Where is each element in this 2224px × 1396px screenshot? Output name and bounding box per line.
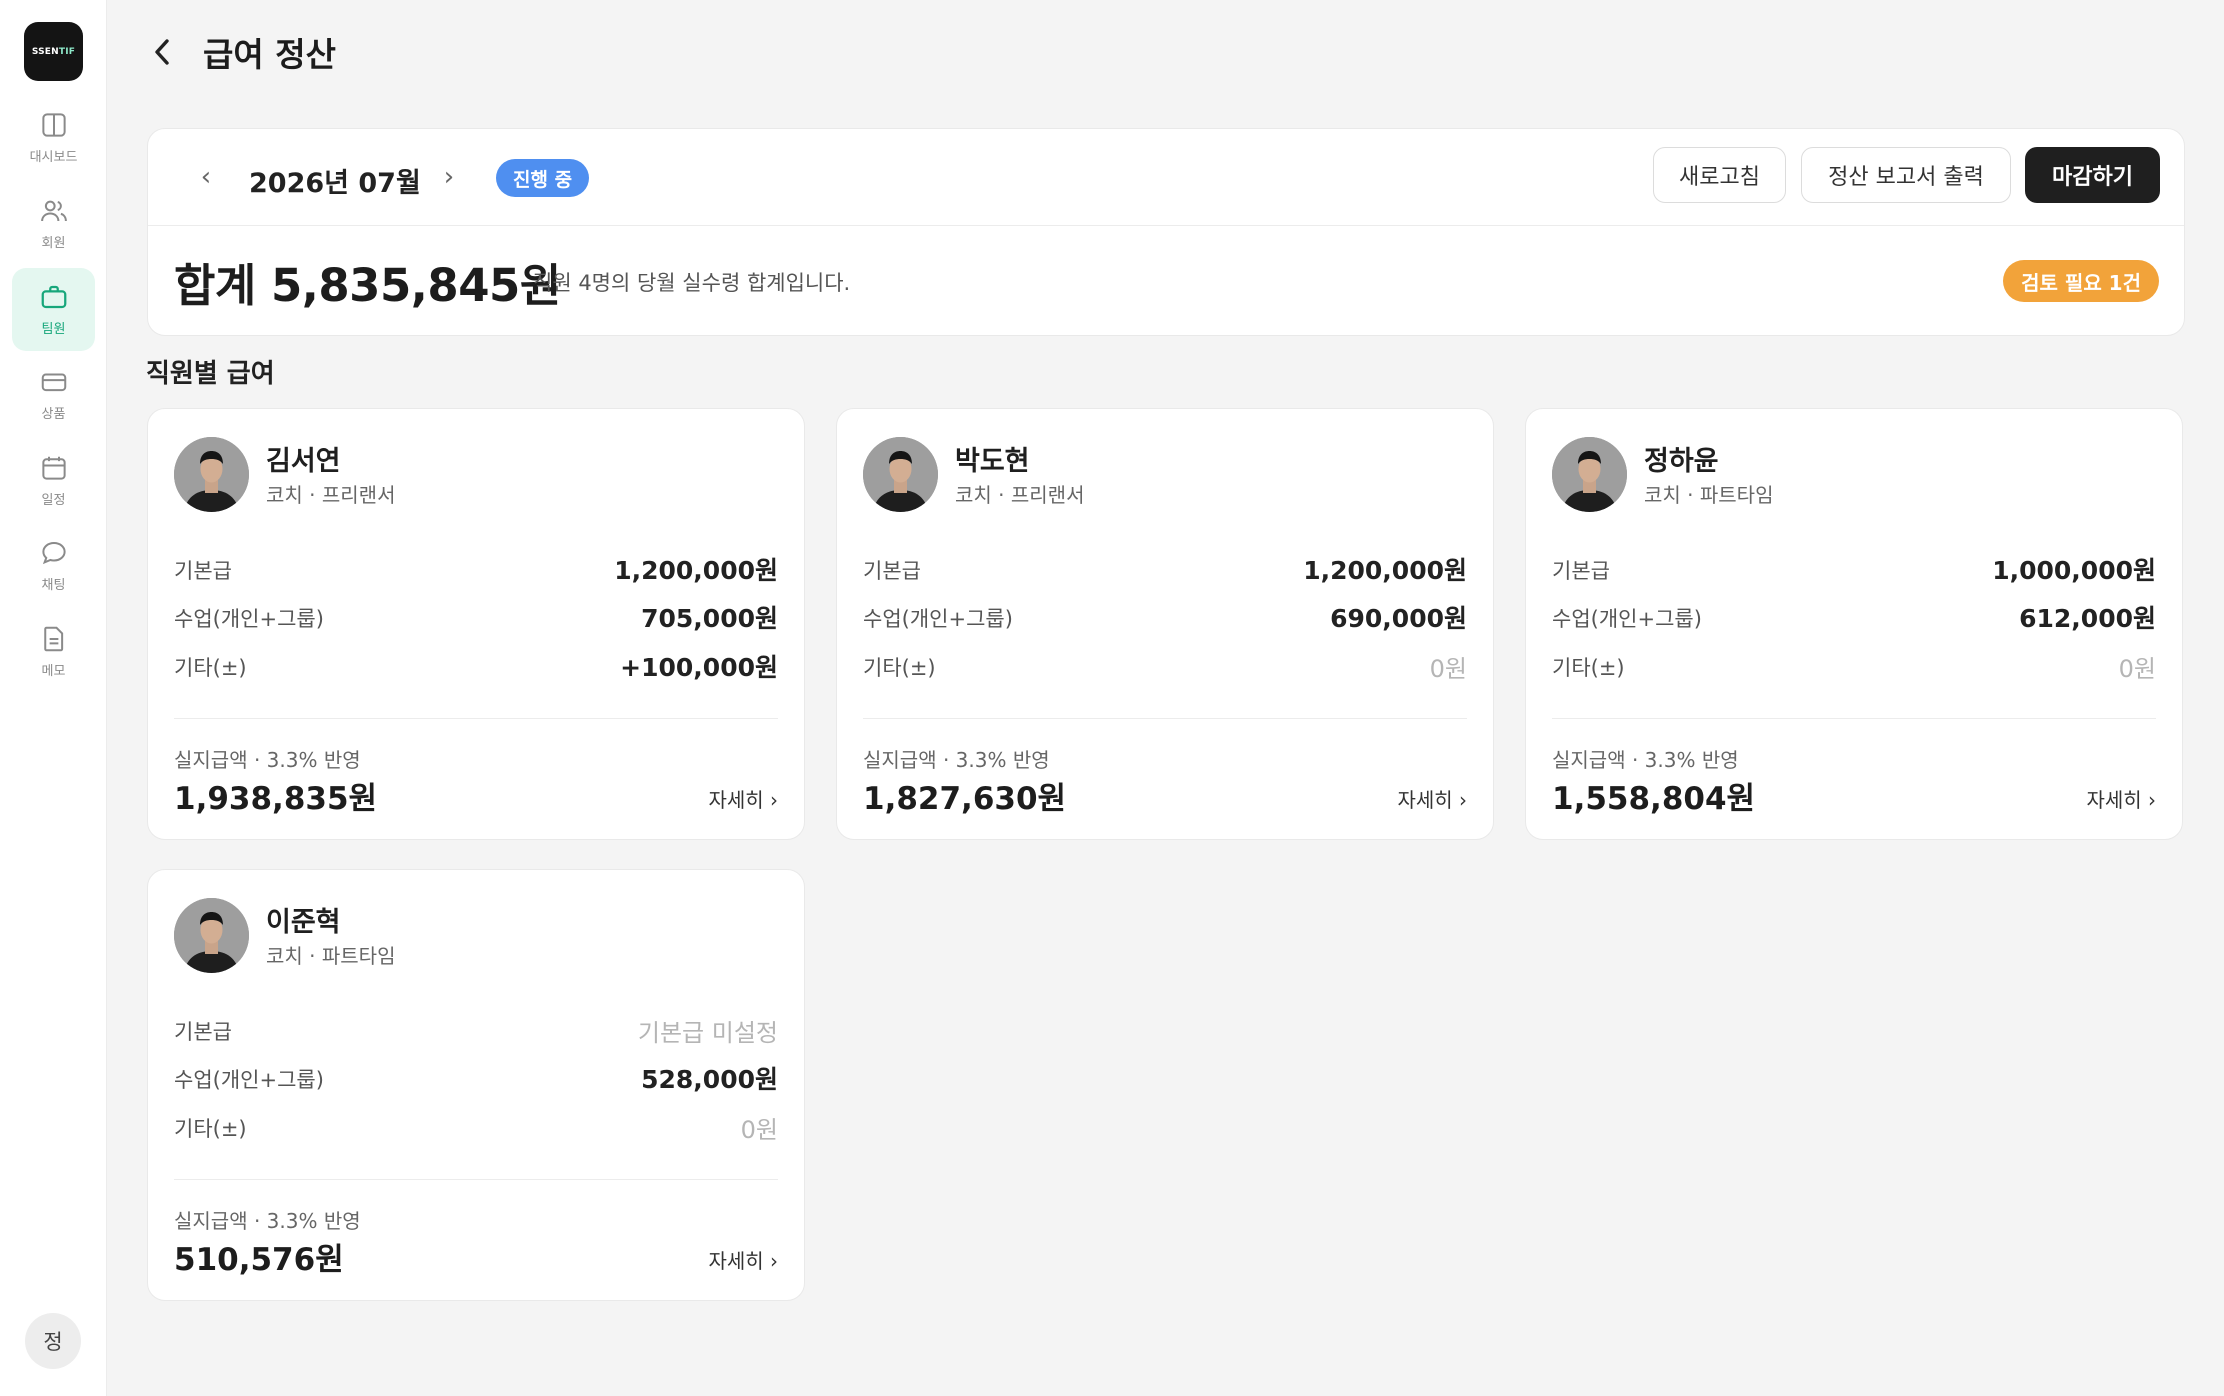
page-title: 급여 정산 [203,35,336,74]
other-value: 0원 [740,1116,778,1144]
lesson-pay-label: 수업(개인+그룹) [863,607,1013,631]
net-pay-value: 510,576원 [174,1242,344,1278]
net-pay-label: 실지급액 · 3.3% 반영 [1552,748,1739,772]
base-pay-value: 1,200,000원 [1303,556,1467,585]
employee-name: 박도현 [955,446,1030,477]
sidebar-item-chat[interactable]: 채팅 [12,524,95,607]
sidebar-item-label: 팀원 [41,322,66,337]
members-icon [40,200,67,222]
base-pay-value: 1,000,000원 [1992,556,2156,585]
employee-name: 이준혁 [266,907,341,938]
details-link[interactable]: 자세히 › [2086,784,2156,813]
net-pay-value: 1,938,835원 [174,781,378,817]
card-divider [174,1179,778,1180]
lesson-pay-value: 690,000원 [1330,604,1467,633]
briefcase-icon [41,285,66,309]
employee-role: 코치 · 파트타임 [1644,483,1774,507]
total-amount: 합계 5,835,845원 [174,259,561,312]
refresh-button[interactable]: 새로고침 [1653,147,1786,203]
sidebar-item-label: 채팅 [41,578,66,593]
sidebar-item-label: 상품 [41,407,66,422]
sidebar-item-label: 대시보드 [29,150,78,165]
card-divider [863,718,1467,719]
lesson-pay-label: 수업(개인+그룹) [1552,607,1702,631]
dashboard-icon [41,113,66,137]
employee-role: 코치 · 프리랜서 [955,483,1085,507]
back-button[interactable] [144,32,180,72]
employee-card: 이준혁 코치 · 파트타임 기본급 기본급 미설정 수업(개인+그룹) 528,… [147,869,805,1301]
review-needed-badge[interactable]: 검토 필요 1건 [2003,260,2159,302]
summary-panel: ‹ 2026년 07월 › 진행 중 새로고침 정산 보고서 출력 마감하기 합… [147,128,2185,336]
user-avatar[interactable]: 정 [25,1313,81,1369]
other-value: +100,000원 [620,653,778,682]
base-pay-label: 기본급 [1552,559,1610,583]
employee-card: 김서연 코치 · 프리랜서 기본급 1,200,000원 수업(개인+그룹) 7… [147,408,805,840]
net-pay-label: 실지급액 · 3.3% 반영 [863,748,1050,772]
sidebar-item-team[interactable]: 팀원 [12,268,95,351]
base-pay-label: 기본급 [174,1020,232,1044]
employee-photo [174,437,249,512]
print-report-button[interactable]: 정산 보고서 출력 [1801,147,2011,203]
sidebar-item-schedule[interactable]: 일정 [12,439,95,522]
sidebar-item-products[interactable]: 상품 [12,353,95,436]
card-divider [1552,718,2156,719]
month-label: 2026년 07월 [249,168,421,199]
base-pay-label: 기본급 [174,559,232,583]
sidebar-item-label: 메모 [41,664,66,679]
section-title: 직원별 급여 [146,359,275,389]
base-pay-value: 기본급 미설정 [637,1019,778,1047]
other-label: 기타(±) [174,656,247,680]
other-label: 기타(±) [1552,656,1625,680]
prev-month-button[interactable]: ‹ [191,162,221,192]
details-link[interactable]: 자세히 › [708,784,778,813]
lesson-pay-label: 수업(개인+그룹) [174,607,324,631]
other-value: 0원 [1429,655,1467,683]
net-pay-value: 1,558,804원 [1552,781,1756,817]
base-pay-label: 기본급 [863,559,921,583]
details-link[interactable]: 자세히 › [708,1245,778,1274]
employee-role: 코치 · 프리랜서 [266,483,396,507]
sidebar-item-dashboard[interactable]: 대시보드 [12,96,95,179]
net-pay-label: 실지급액 · 3.3% 반영 [174,748,361,772]
card-icon [41,373,66,392]
next-month-button[interactable]: › [434,162,464,192]
card-divider [174,718,778,719]
details-link[interactable]: 자세히 › [1397,784,1467,813]
other-label: 기타(±) [174,1117,247,1141]
panel-divider [148,225,2184,226]
sidebar: SSEN TIF 대시보드 회원 팀원 상품 일정 채팅 메모 정 [0,0,107,1396]
chevron-left-icon [155,39,169,65]
calendar-icon [41,456,66,480]
employee-name: 김서연 [266,446,341,477]
employee-photo [863,437,938,512]
status-badge: 진행 중 [496,159,590,197]
employee-card: 박도현 코치 · 프리랜서 기본급 1,200,000원 수업(개인+그룹) 6… [836,408,1494,840]
lesson-pay-value: 705,000원 [641,604,778,633]
lesson-pay-value: 528,000원 [641,1065,778,1094]
chat-icon [41,541,66,565]
employee-photo [174,898,249,973]
sidebar-item-label: 회원 [41,236,66,251]
app-logo[interactable]: SSEN TIF [24,22,83,81]
lesson-pay-label: 수업(개인+그룹) [174,1068,324,1092]
total-description: 직원 4명의 당월 실수령 합계입니다. [533,271,851,295]
lesson-pay-value: 612,000원 [2019,604,2156,633]
employee-role: 코치 · 파트타임 [266,944,396,968]
employee-name: 정하윤 [1644,446,1719,477]
other-value: 0원 [2118,655,2156,683]
employee-photo [1552,437,1627,512]
base-pay-value: 1,200,000원 [614,556,778,585]
close-settlement-button[interactable]: 마감하기 [2025,147,2160,203]
net-pay-value: 1,827,630원 [863,781,1067,817]
sidebar-item-memo[interactable]: 메모 [12,610,95,693]
memo-icon [43,626,63,652]
sidebar-item-label: 일정 [41,493,66,508]
sidebar-item-members[interactable]: 회원 [12,182,95,265]
employee-card: 정하윤 코치 · 파트타임 기본급 1,000,000원 수업(개인+그룹) 6… [1525,408,2183,840]
other-label: 기타(±) [863,656,936,680]
net-pay-label: 실지급액 · 3.3% 반영 [174,1209,361,1233]
